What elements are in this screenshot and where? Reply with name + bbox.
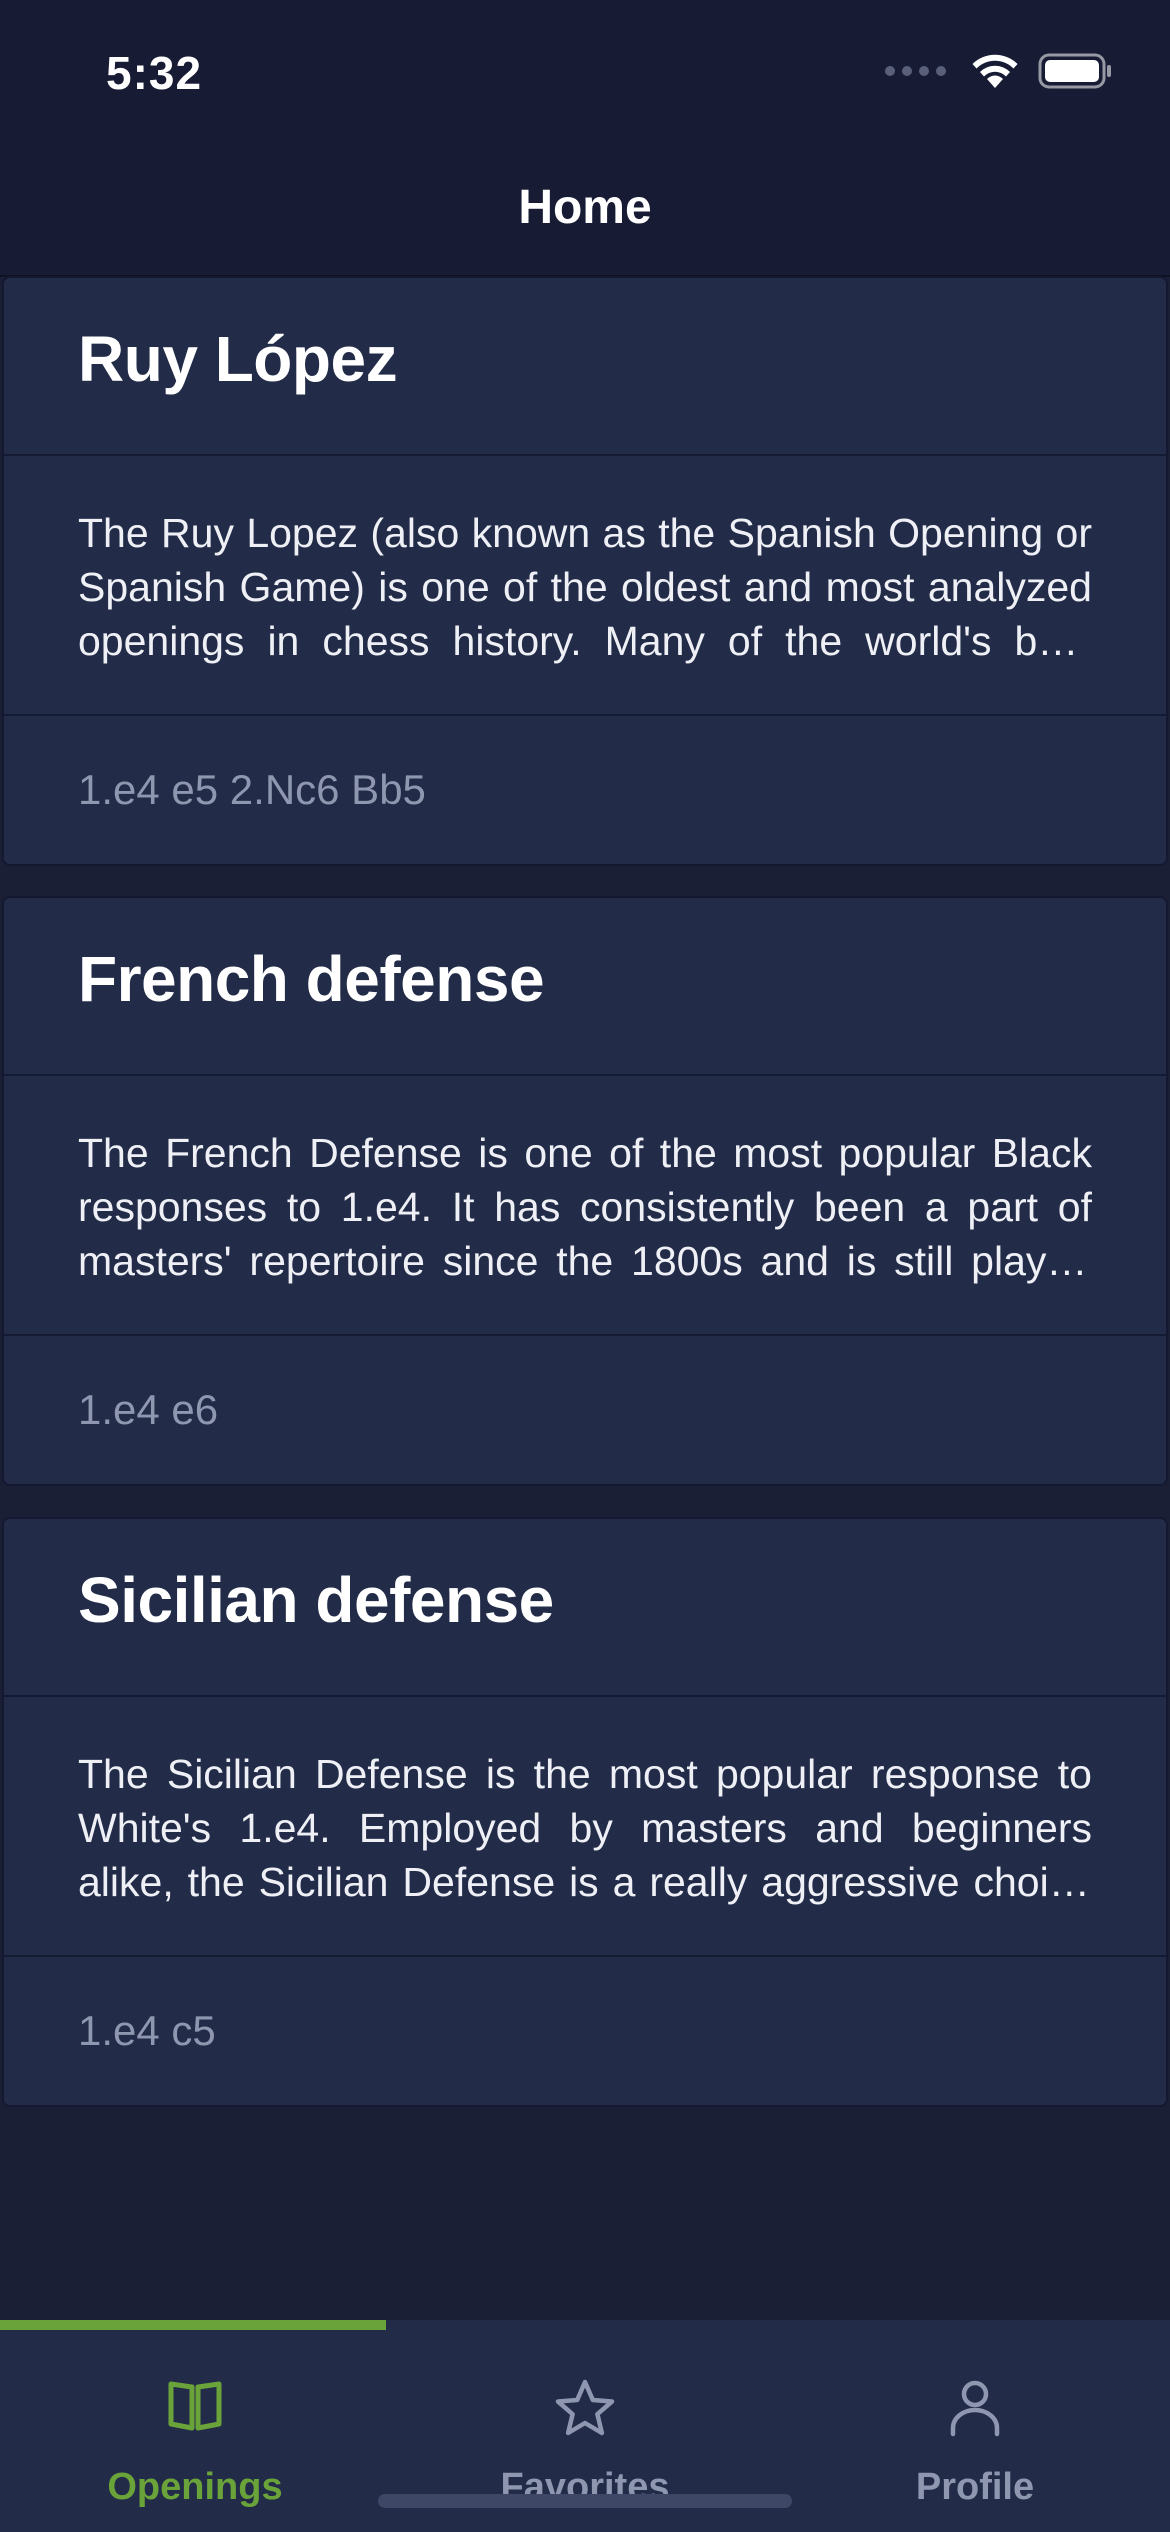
- card-divider: [4, 1955, 1166, 1957]
- battery-icon: [1038, 53, 1111, 89]
- home-indicator: [378, 2494, 792, 2508]
- tab-openings[interactable]: Openings: [0, 2330, 390, 2530]
- cellular-signal-icon: [885, 66, 946, 76]
- opening-description: The Ruy Lopez (also known as the Spanish…: [78, 510, 1092, 664]
- opening-card-french-defense[interactable]: French defense The French Defense is one…: [2, 896, 1168, 1486]
- card-divider: [4, 1695, 1166, 1697]
- opening-moves: 1.e4 e6: [78, 1386, 219, 1433]
- card-divider: [4, 1334, 1166, 1336]
- opening-moves: 1.e4 e5 2.Nc6 Bb5: [78, 766, 426, 813]
- opening-title: Sicilian defense: [78, 1564, 554, 1636]
- opening-description: The French Defense is one of the most po…: [78, 1130, 1092, 1284]
- status-icons: [885, 52, 1114, 90]
- person-icon: [950, 2380, 1000, 2437]
- nav-header: Home: [0, 140, 1170, 277]
- book-icon: [168, 2381, 222, 2431]
- wifi-icon: [972, 54, 1018, 88]
- card-divider: [4, 454, 1166, 456]
- opening-card-ruy-lopez[interactable]: Ruy López The Ruy Lopez (also known as t…: [2, 276, 1168, 866]
- tab-profile[interactable]: Profile: [780, 2330, 1170, 2530]
- tab-active-indicator: [0, 2320, 387, 2330]
- tab-label: Openings: [107, 2466, 283, 2508]
- opening-title: Ruy López: [78, 323, 398, 395]
- status-time: 5:32: [106, 47, 203, 99]
- opening-title: French defense: [78, 943, 545, 1015]
- card-divider: [4, 714, 1166, 716]
- star-icon: [555, 2379, 615, 2436]
- opening-description: The Sicilian Defense is the most popular…: [78, 1751, 1092, 1905]
- card-divider: [4, 1074, 1166, 1076]
- page-title: Home: [518, 181, 652, 234]
- opening-card-sicilian-defense[interactable]: Sicilian defense The Sicilian Defense is…: [2, 1517, 1168, 2107]
- opening-moves: 1.e4 c5: [78, 2007, 216, 2054]
- tab-label: Profile: [915, 2466, 1035, 2508]
- status-bar: 5:32: [0, 0, 1170, 140]
